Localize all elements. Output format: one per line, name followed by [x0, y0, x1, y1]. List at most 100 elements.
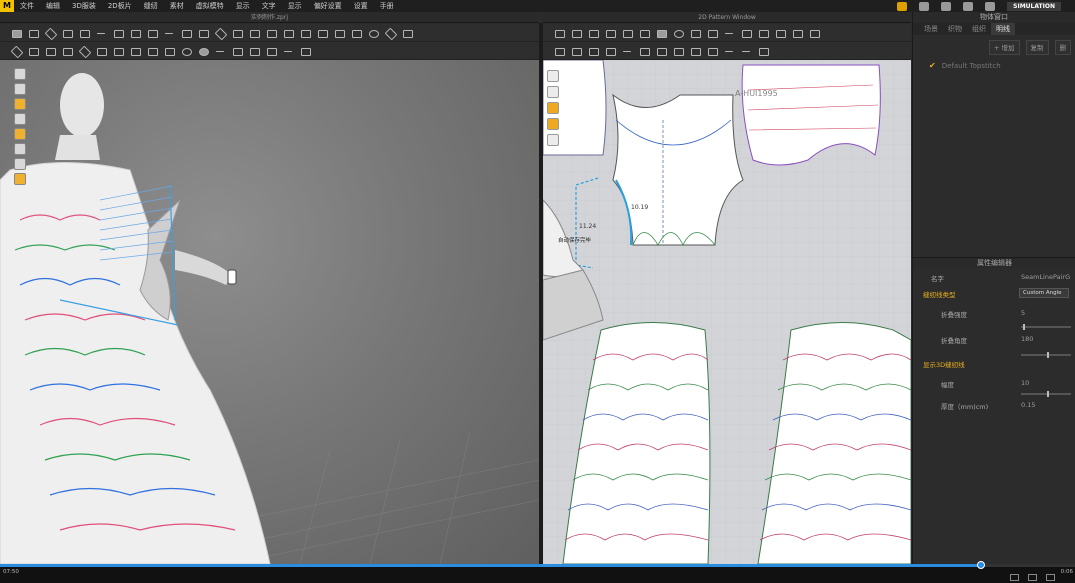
brush-tool-icon[interactable]	[180, 28, 192, 38]
simulation-mode-button[interactable]: SIMULATION	[1007, 1, 1061, 11]
person-icon[interactable]	[14, 113, 26, 125]
menu-materials[interactable]: 素材	[164, 1, 190, 11]
notification-icon[interactable]	[897, 1, 908, 11]
wireframe-icon[interactable]	[14, 173, 26, 185]
x-ray-icon[interactable]	[14, 158, 26, 170]
seam-type-dropdown[interactable]: Custom Angle	[1019, 288, 1069, 298]
pin-2d-icon[interactable]	[706, 46, 718, 56]
arrange-tool-icon[interactable]	[10, 46, 22, 56]
scissor-tool-icon[interactable]	[384, 28, 396, 38]
menu-avatar[interactable]: 虚拟模特	[190, 1, 230, 11]
pleat-tool-icon[interactable]	[44, 46, 56, 56]
piping-icon[interactable]	[638, 46, 650, 56]
pose-tool-icon[interactable]	[248, 46, 260, 56]
grid-icon[interactable]	[808, 28, 820, 38]
polygon-icon[interactable]	[638, 28, 650, 38]
cut-tool-icon[interactable]	[214, 28, 226, 38]
camera-icon[interactable]	[14, 68, 26, 80]
flip-tool-icon[interactable]	[299, 28, 311, 38]
puckering-2d-icon[interactable]	[689, 46, 701, 56]
shape-tool-icon[interactable]	[282, 28, 294, 38]
pip-icon[interactable]	[1028, 574, 1037, 581]
progress-track[interactable]	[0, 561, 1075, 569]
transform-pattern-icon[interactable]	[553, 28, 565, 38]
stitch-display-icon[interactable]	[14, 143, 26, 155]
fold-strength-value[interactable]: 5	[1021, 309, 1025, 317]
list-item[interactable]: ✔ Default Topstitch	[913, 55, 1075, 76]
menu-display-2[interactable]: 显示	[282, 1, 308, 11]
curvature-icon[interactable]	[604, 28, 616, 38]
seam-tool-icon[interactable]	[163, 28, 175, 38]
menu-file[interactable]: 文件	[14, 1, 40, 11]
add-point-icon[interactable]	[621, 28, 633, 38]
segment-sewing-icon[interactable]	[553, 46, 565, 56]
trace-icon[interactable]	[723, 28, 735, 38]
avatar-display-icon[interactable]	[14, 83, 26, 95]
width-value[interactable]: 10	[1021, 379, 1029, 387]
pattern-annotation-icon[interactable]	[547, 134, 559, 146]
move-tool-icon[interactable]	[27, 28, 39, 38]
seam-allowance-icon[interactable]	[791, 28, 803, 38]
pattern-view-icon[interactable]	[547, 70, 559, 82]
strap-tool-icon[interactable]	[112, 46, 124, 56]
settings-icon[interactable]	[1046, 574, 1055, 581]
texture-display-icon[interactable]	[14, 98, 26, 110]
tab-topstitch[interactable]: 明线	[991, 23, 1015, 35]
speaker-icon[interactable]	[919, 1, 930, 11]
annotation-icon[interactable]	[723, 46, 735, 56]
m-n-sewing-icon[interactable]	[587, 46, 599, 56]
lasso-tool-icon[interactable]	[333, 28, 345, 38]
offset-icon[interactable]	[740, 28, 752, 38]
notch-icon[interactable]	[774, 28, 786, 38]
fold-angle-value[interactable]: 180	[1021, 335, 1033, 343]
fold-tool-icon[interactable]	[78, 28, 90, 38]
help-icon[interactable]	[963, 1, 974, 11]
3d-viewport[interactable]	[0, 60, 539, 564]
line-tool-icon[interactable]	[95, 28, 107, 38]
thickness-value[interactable]: 0.15	[1021, 401, 1035, 409]
2d-pattern-viewport[interactable]: 10.19 11.24 自动保存完毕 A-HUI1995	[543, 60, 911, 564]
pattern-fabric-icon[interactable]	[547, 118, 559, 130]
box-tool-icon[interactable]	[61, 28, 73, 38]
progress-thumb[interactable]	[977, 561, 986, 569]
menu-sewing[interactable]: 缝纫	[138, 1, 164, 11]
elastic-tool-icon[interactable]	[146, 46, 158, 56]
delete-button[interactable]: 删	[1054, 40, 1071, 55]
pin-tool-icon[interactable]	[112, 28, 124, 38]
tack-tool-icon[interactable]	[129, 28, 141, 38]
menu-edit[interactable]: 编辑	[40, 1, 66, 11]
gather-tool-icon[interactable]	[27, 46, 39, 56]
menu-display[interactable]: 显示	[230, 1, 256, 11]
align-tool-icon[interactable]	[265, 46, 277, 56]
hanger-tool-icon[interactable]	[248, 28, 260, 38]
more-tools-icon[interactable]	[299, 46, 311, 56]
width-slider[interactable]	[1021, 391, 1071, 397]
measure-tool-icon[interactable]	[146, 28, 158, 38]
tab-group[interactable]: 组织	[967, 23, 991, 35]
edit-pattern-icon[interactable]	[570, 28, 582, 38]
topstitch-icon[interactable]	[621, 46, 633, 56]
fold-strength-slider[interactable]	[1021, 324, 1071, 330]
show-3d-section[interactable]: 显示3D缝纫线	[923, 359, 965, 369]
copy-button[interactable]: 复制	[1025, 40, 1049, 55]
rectangle-icon[interactable]	[655, 28, 667, 38]
add-button[interactable]: + 增加	[988, 40, 1020, 55]
curve-tool-icon[interactable]	[350, 28, 362, 38]
zipper-tool-icon[interactable]	[95, 46, 107, 56]
puckering-tool-icon[interactable]	[163, 46, 175, 56]
select-tool-icon[interactable]	[10, 28, 22, 38]
menu-settings[interactable]: 设置	[348, 1, 374, 11]
fold-line-icon[interactable]	[757, 28, 769, 38]
dart-icon[interactable]	[706, 28, 718, 38]
mirror-tool-icon[interactable]	[231, 28, 243, 38]
texture-tool-icon[interactable]	[197, 28, 209, 38]
hide-tool-icon[interactable]	[401, 28, 413, 38]
wave-icon[interactable]	[757, 46, 769, 56]
tab-fabric[interactable]: 织物	[943, 23, 967, 35]
user-icon[interactable]	[941, 1, 952, 11]
check-sewing-icon[interactable]	[604, 46, 616, 56]
ellipse-icon[interactable]	[672, 28, 684, 38]
avatar-measure-tool-icon[interactable]	[231, 46, 243, 56]
trim-tool-icon[interactable]	[78, 46, 90, 56]
measure-2d-icon[interactable]	[740, 46, 752, 56]
